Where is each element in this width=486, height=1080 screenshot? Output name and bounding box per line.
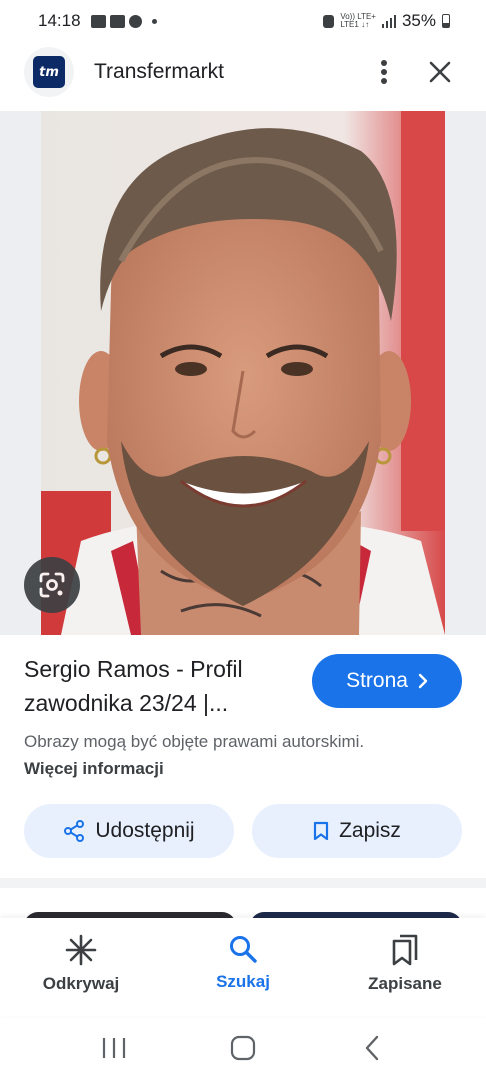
status-right: Vo)) LTE+ LTE1 ↓↑ 35% bbox=[323, 11, 450, 31]
chevron-right-icon bbox=[418, 673, 428, 689]
save-button[interactable]: Zapisz bbox=[252, 804, 462, 858]
more-notifications-icon bbox=[151, 18, 157, 24]
back-icon bbox=[365, 1035, 378, 1061]
signal-icon bbox=[381, 14, 396, 28]
nav-search-label: Szukaj bbox=[216, 972, 270, 991]
visit-site-button[interactable]: Strona bbox=[312, 654, 462, 708]
close-icon bbox=[429, 61, 451, 83]
transfermarkt-logo-icon: tm bbox=[33, 56, 65, 88]
clock: 14:18 bbox=[38, 11, 81, 30]
copyright-notice: Obrazy mogą być objęte prawami autorskim… bbox=[24, 728, 384, 782]
visit-label: Strona bbox=[346, 669, 408, 692]
close-button[interactable] bbox=[418, 50, 462, 94]
nav-search[interactable]: Szukaj bbox=[162, 918, 324, 1016]
image-preview[interactable] bbox=[0, 111, 486, 635]
recent-apps-icon bbox=[103, 1038, 126, 1058]
notification-icons bbox=[90, 14, 157, 28]
player-photo-illustration bbox=[41, 111, 445, 635]
section-divider bbox=[0, 878, 486, 888]
status-left: 14:18 bbox=[38, 11, 157, 31]
bookmark-icon bbox=[313, 821, 329, 841]
chrome-icon bbox=[128, 14, 142, 28]
alarm-icon bbox=[323, 14, 335, 28]
google-lens-button[interactable] bbox=[24, 557, 80, 613]
more-options-button[interactable] bbox=[362, 50, 406, 94]
lens-icon bbox=[39, 572, 65, 598]
back-button[interactable] bbox=[342, 1028, 402, 1068]
copyright-text: Obrazy mogą być objęte prawami autorskim… bbox=[24, 732, 365, 751]
result-title[interactable]: Sergio Ramos - Profil zawodnika 23/24 |.… bbox=[24, 652, 294, 720]
nav-discover-label: Odkrywaj bbox=[42, 974, 120, 993]
more-info-link[interactable]: Więcej informacji bbox=[24, 759, 164, 778]
gallery-icon bbox=[90, 14, 106, 28]
battery-icon bbox=[442, 14, 450, 28]
asterisk-icon bbox=[65, 934, 97, 966]
home-button[interactable] bbox=[213, 1028, 273, 1068]
network-indicator: Vo)) LTE+ LTE1 ↓↑ bbox=[340, 13, 376, 29]
share-icon bbox=[64, 820, 85, 842]
bottom-navigation: Odkrywaj Szukaj Zapisane bbox=[0, 918, 486, 1016]
recent-apps-button[interactable] bbox=[84, 1028, 144, 1068]
save-label: Zapisz bbox=[339, 819, 401, 842]
player-photo[interactable] bbox=[41, 111, 445, 635]
viewer-header: tm Transfermarkt bbox=[0, 46, 486, 98]
nav-saved-label: Zapisane bbox=[368, 974, 442, 993]
nav-discover[interactable]: Odkrywaj bbox=[0, 918, 162, 1016]
site-title[interactable]: Transfermarkt bbox=[94, 60, 362, 84]
share-button[interactable]: Udostępnij bbox=[24, 804, 234, 858]
youtube-icon bbox=[109, 14, 125, 28]
battery-percent: 35% bbox=[401, 11, 436, 30]
nav-saved[interactable]: Zapisane bbox=[324, 918, 486, 1016]
status-bar: 14:18 Vo)) LTE+ LTE1 ↓↑ 35% bbox=[0, 0, 486, 42]
home-icon bbox=[230, 1035, 256, 1061]
network-line-2: LTE1 ↓↑ bbox=[340, 20, 370, 29]
bookmarks-icon bbox=[392, 934, 418, 966]
search-icon bbox=[230, 936, 257, 963]
system-navigation-bar bbox=[0, 1016, 486, 1080]
share-label: Udostępnij bbox=[95, 819, 195, 842]
site-favicon[interactable]: tm bbox=[24, 47, 74, 97]
more-vert-icon bbox=[381, 60, 387, 84]
